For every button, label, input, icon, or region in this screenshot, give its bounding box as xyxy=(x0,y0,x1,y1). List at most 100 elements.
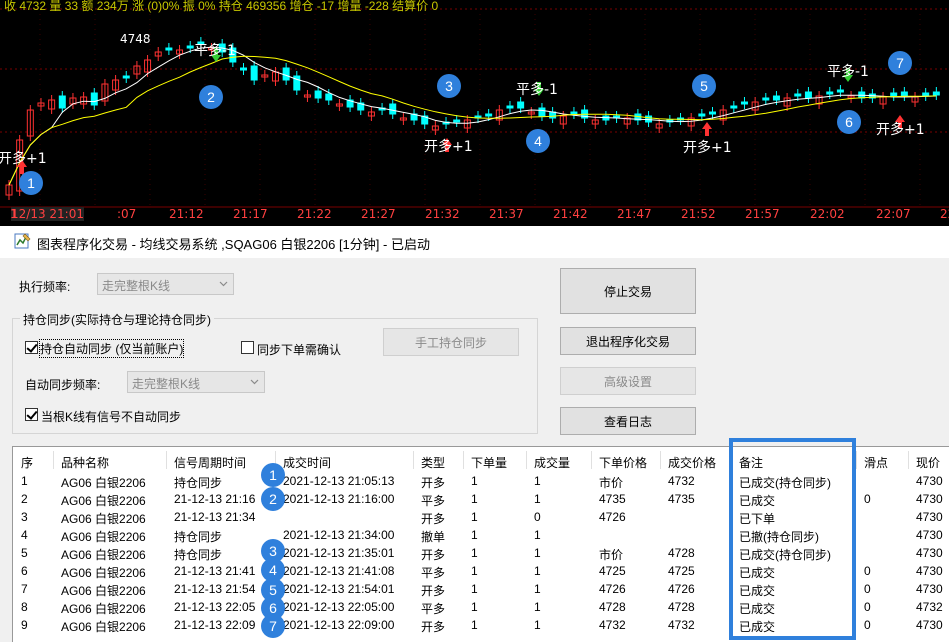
cursor-label: 1 xyxy=(10,207,18,221)
column-separator[interactable] xyxy=(53,451,54,469)
table-cell: 21-12-13 21:34 xyxy=(174,510,256,524)
title-bar: 图表程序化交易 - 均线交易系统 ,SQAG06 白银2206 [1分钟] - … xyxy=(0,226,949,258)
table-cell: 4732 xyxy=(599,618,626,632)
table-cell: 2021-12-13 21:35:01 xyxy=(283,546,395,560)
auto-sync-freq-select[interactable]: 走完整根K线 xyxy=(127,371,265,393)
column-separator[interactable] xyxy=(660,451,661,469)
no-auto-sync-label[interactable]: 当根K线有信号不自动同步 xyxy=(41,408,181,425)
column-separator[interactable] xyxy=(413,451,414,469)
column-header[interactable]: 成交价格 xyxy=(668,454,716,471)
table-cell: 2021-12-13 21:05:13 xyxy=(283,474,395,488)
confirm-order-label[interactable]: 同步下单需确认 xyxy=(257,341,341,358)
table-cell: 1 xyxy=(471,528,478,542)
table-cell: 0 xyxy=(864,618,871,632)
time-tick-label: 21:27 xyxy=(361,207,396,221)
candle xyxy=(762,97,770,101)
table-cell: 持仓同步 xyxy=(174,530,223,544)
candle xyxy=(538,107,546,117)
candle xyxy=(186,45,194,49)
column-header[interactable]: 类型 xyxy=(421,454,445,471)
table-cell: 2 xyxy=(21,492,28,506)
column-header[interactable]: 现价 xyxy=(916,454,940,471)
signal-label-4: 平多-1 xyxy=(516,82,558,98)
table-cell: 2021-12-13 21:54:01 xyxy=(283,582,395,596)
candle xyxy=(804,91,812,99)
candle xyxy=(122,75,130,79)
time-tick-label: 21:12 xyxy=(169,207,204,221)
table-cell: 1 xyxy=(534,582,541,596)
table-cell: 1 xyxy=(471,510,478,524)
manual-sync-button[interactable]: 手工持仓同步 xyxy=(383,328,519,356)
candle xyxy=(240,67,247,71)
candle xyxy=(698,113,706,117)
column-header[interactable]: 成交量 xyxy=(534,454,570,471)
candle xyxy=(250,65,258,81)
table-cell: 持仓同步 xyxy=(174,476,223,490)
table-cell: 1 xyxy=(534,474,541,488)
table-cell: AG06 白银2206 xyxy=(61,548,146,562)
time-tick-label: 21:42 xyxy=(553,207,588,221)
chart-badge-1: 1 xyxy=(19,171,43,195)
chart-badge-6: 6 xyxy=(837,110,861,134)
confirm-order-checkbox[interactable] xyxy=(241,341,254,354)
candle xyxy=(485,113,493,117)
kline-chart[interactable]: 收 4732 量 33 额 234万 涨 (0)0% 振 0% 持仓 46935… xyxy=(0,0,949,226)
column-header[interactable]: 成交时间 xyxy=(283,454,331,471)
table-cell: 4730 xyxy=(916,474,943,488)
table-cell: 4730 xyxy=(916,564,943,578)
table-cell: 持仓同步 xyxy=(174,548,223,562)
table-cell: 开多 xyxy=(421,476,446,490)
table-cell: 4730 xyxy=(916,528,943,542)
column-header[interactable]: 品种名称 xyxy=(61,454,109,471)
table-cell: 1 xyxy=(21,474,28,488)
column-separator[interactable] xyxy=(591,451,592,469)
table-cell: 1 xyxy=(534,618,541,632)
view-log-button[interactable]: 查看日志 xyxy=(560,407,696,435)
time-tick-label: 21:37 xyxy=(489,207,524,221)
column-separator[interactable] xyxy=(463,451,464,469)
chart-app-icon xyxy=(14,233,31,249)
column-header[interactable]: 下单价格 xyxy=(599,454,647,471)
table-cell: 4726 xyxy=(668,582,695,596)
ma-slow-line xyxy=(8,55,937,186)
column-header[interactable]: 下单量 xyxy=(471,454,507,471)
column-header[interactable]: 滑点 xyxy=(864,454,888,471)
auto-sync-freq-label: 自动同步频率: xyxy=(25,378,101,392)
time-tick-label: 22: xyxy=(940,207,949,221)
table-cell: 4730 xyxy=(916,582,943,596)
table-cell: 21-12-13 22:09 xyxy=(174,618,256,632)
table-cell: 1 xyxy=(471,582,478,596)
table-cell: 4735 xyxy=(599,492,626,506)
table-cell: 0 xyxy=(864,582,871,596)
table-badge-2: 2 xyxy=(261,487,285,511)
table-cell: 2021-12-13 21:34:00 xyxy=(283,528,395,542)
time-tick-label: 21:47 xyxy=(617,207,652,221)
column-separator[interactable] xyxy=(526,451,527,469)
stop-trading-button[interactable]: 停止交易 xyxy=(560,268,696,314)
candle xyxy=(740,101,748,105)
chart-badge-2: 2 xyxy=(199,85,223,109)
advanced-settings-button[interactable]: 高级设置 xyxy=(560,367,696,395)
table-cell: 6 xyxy=(21,564,28,578)
candle xyxy=(890,92,898,97)
table-cell: AG06 白银2206 xyxy=(61,566,146,580)
time-tick-label: 22:02 xyxy=(810,207,845,221)
column-separator[interactable] xyxy=(908,451,909,469)
table-cell: 1 xyxy=(534,600,541,614)
table-cell: 4730 xyxy=(916,618,943,632)
table-badge-7: 7 xyxy=(261,614,285,638)
exit-auto-trading-button[interactable]: 退出程序化交易 xyxy=(560,327,696,355)
no-auto-sync-checkbox[interactable] xyxy=(25,408,38,421)
time-tick-label: :07 xyxy=(117,207,137,221)
column-header[interactable]: 序 xyxy=(21,454,33,471)
column-separator[interactable] xyxy=(856,451,857,469)
column-header[interactable]: 信号周期时间 xyxy=(174,454,246,471)
table-cell: 7 xyxy=(21,582,28,596)
table-cell: 2021-12-13 22:09:00 xyxy=(283,618,395,632)
candle xyxy=(453,119,461,123)
table-cell: AG06 白银2206 xyxy=(61,494,146,508)
auto-sync-label[interactable]: 持仓自动同步 (仅当前账户) xyxy=(38,339,185,358)
column-separator[interactable] xyxy=(166,451,167,469)
auto-sync-checkbox[interactable] xyxy=(25,341,38,354)
exec-freq-select[interactable]: 走完整根K线 xyxy=(97,273,234,295)
